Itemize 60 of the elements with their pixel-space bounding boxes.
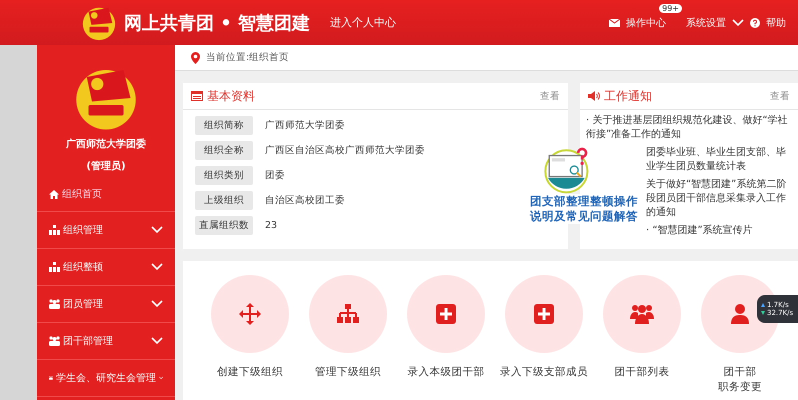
- notice-link[interactable]: 关于做好“智慧团建”系统第二阶段团员团干部信息采集录入工作的通知: [646, 178, 792, 220]
- chevron-down-icon: [151, 226, 163, 234]
- breadcrumb: 当前位置:组织首页: [206, 51, 290, 64]
- chevron-down-icon: [151, 263, 163, 271]
- hierarchy-icon: [49, 262, 60, 272]
- field-label: 直属组织数: [195, 216, 253, 235]
- id-card-icon: [191, 91, 203, 101]
- sidebar-item[interactable]: 团干部管理: [37, 322, 175, 359]
- plus-icon: [534, 304, 554, 324]
- person-icon: [731, 304, 749, 324]
- notice-link[interactable]: · 关于推进基层团组织规范化建设、做好“学社衔接”准备工作的通知: [586, 114, 792, 142]
- notice-link[interactable]: · “智慧团建”系统宣传片: [646, 224, 792, 238]
- sidebar-item[interactable]: 学生会、研究生会管理: [37, 359, 175, 396]
- role-label: (管理员): [86, 160, 126, 173]
- settings-link[interactable]: 系统设置: [686, 16, 726, 30]
- sidebar-item[interactable]: 组织管理: [37, 211, 175, 248]
- speaker-icon: [588, 91, 600, 101]
- hierarchy-icon: [337, 304, 359, 323]
- field-value: 团委: [265, 169, 285, 182]
- upload-arrow-icon: [761, 303, 765, 307]
- sidebar-item[interactable]: 组织整顿: [37, 248, 175, 285]
- site-title: 网上共青团 • 智慧团建: [124, 12, 310, 34]
- help-link[interactable]: 说明及常见问题解答: [530, 209, 638, 224]
- help-link[interactable]: 帮助: [766, 16, 786, 30]
- field-value: 广西区自治区高校广西师范大学团委: [265, 144, 425, 157]
- sidebar-item[interactable]: 团员管理: [37, 285, 175, 322]
- ops-center-link[interactable]: 操作中心: [626, 16, 666, 30]
- personal-center-link[interactable]: 进入个人中心: [330, 15, 396, 30]
- location-pin-icon: [191, 52, 200, 64]
- card-title: 基本资料: [207, 88, 255, 104]
- notice-link[interactable]: 团委毕业班、毕业生团支部、毕业学生团员数量统计表: [646, 146, 792, 174]
- sidebar-item[interactable]: 组织首页: [62, 187, 102, 201]
- download-arrow-icon: [761, 311, 765, 315]
- plus-icon: [436, 304, 456, 324]
- field-value: 自治区高校团工委: [265, 194, 345, 207]
- chevron-down-icon: [732, 18, 744, 26]
- hierarchy-icon: [49, 225, 60, 235]
- help-monitor-icon[interactable]: [544, 146, 590, 194]
- field-label: 上级组织: [195, 191, 253, 210]
- field-label: 组织全称: [195, 141, 253, 160]
- help-link[interactable]: 团支部整理整顿操作: [530, 194, 638, 209]
- org-name: 广西师范大学团委: [66, 137, 146, 151]
- field-value: 23: [265, 220, 278, 231]
- chevron-down-icon: [151, 300, 163, 308]
- move-arrows-icon: [239, 303, 261, 325]
- chevron-down-icon: [158, 374, 163, 382]
- chevron-down-icon: [151, 337, 163, 345]
- field-label: 组织简称: [195, 116, 253, 135]
- group-icon: [630, 305, 654, 324]
- group-icon: [49, 299, 60, 309]
- group-icon: [49, 336, 60, 346]
- home-icon: [49, 190, 59, 198]
- field-value: 广西师范大学团委: [265, 119, 345, 132]
- help-icon: [750, 18, 760, 28]
- field-label: 组织类别: [195, 166, 253, 185]
- mail-icon: [609, 18, 620, 26]
- view-link[interactable]: 查看: [540, 90, 560, 102]
- count-badge: 99+: [659, 4, 682, 12]
- card-title: 工作通知: [604, 88, 652, 104]
- view-link[interactable]: 查看: [770, 90, 790, 102]
